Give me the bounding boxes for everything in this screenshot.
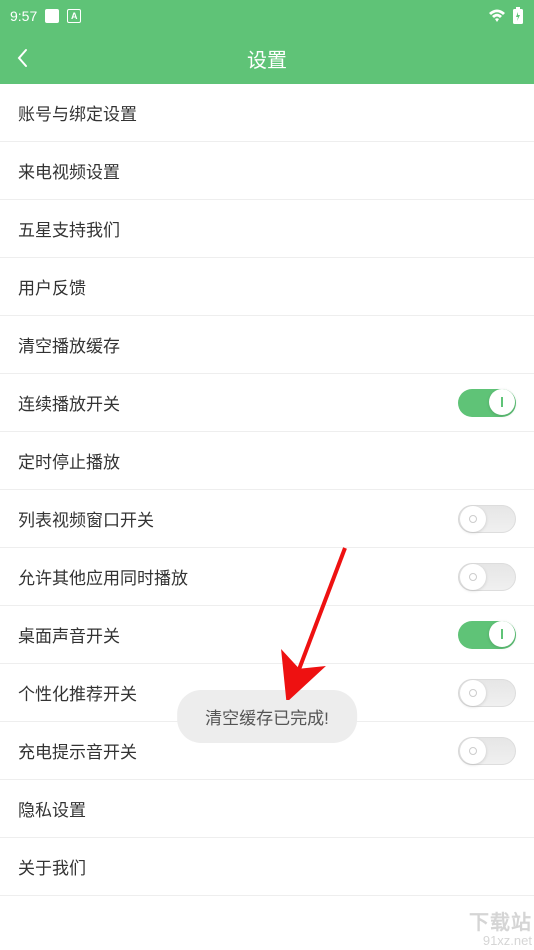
- row-allow-other-apps: 允许其他应用同时播放: [0, 548, 534, 606]
- row-label: 桌面声音开关: [18, 622, 458, 647]
- row-label: 用户反馈: [18, 274, 516, 299]
- page-title: 设置: [0, 44, 534, 73]
- watermark-top: 下载站: [469, 906, 532, 935]
- status-square-icon: [45, 9, 59, 23]
- status-left: 9:57 A: [10, 8, 81, 24]
- row-label: 隐私设置: [18, 796, 516, 821]
- status-bar: 9:57 A: [0, 0, 534, 32]
- toggle-list-video-window[interactable]: [458, 505, 516, 533]
- row-privacy[interactable]: 隐私设置: [0, 780, 534, 838]
- wifi-icon: [488, 9, 506, 23]
- toggle-knob: [460, 738, 486, 764]
- row-label: 清空播放缓存: [18, 332, 516, 357]
- row-account-binding[interactable]: 账号与绑定设置: [0, 84, 534, 142]
- row-label: 五星支持我们: [18, 216, 516, 241]
- row-continuous-play: 连续播放开关: [0, 374, 534, 432]
- toggle-knob: [489, 389, 515, 415]
- row-timer-stop[interactable]: 定时停止播放: [0, 432, 534, 490]
- row-label: 允许其他应用同时播放: [18, 564, 458, 589]
- app-header: 设置: [0, 32, 534, 84]
- row-label: 账号与绑定设置: [18, 100, 516, 125]
- toggle-personalized-rec[interactable]: [458, 679, 516, 707]
- row-list-video-window: 列表视频窗口开关: [0, 490, 534, 548]
- row-clear-cache[interactable]: 清空播放缓存: [0, 316, 534, 374]
- status-time: 9:57: [10, 8, 37, 24]
- status-a-icon: A: [67, 9, 81, 23]
- row-incoming-video[interactable]: 来电视频设置: [0, 142, 534, 200]
- toggle-continuous-play[interactable]: [458, 389, 516, 417]
- toggle-charging-sound[interactable]: [458, 737, 516, 765]
- row-label: 关于我们: [18, 854, 516, 879]
- watermark-bottom: 91xz.net: [469, 933, 532, 948]
- toggle-knob: [460, 506, 486, 532]
- row-label: 列表视频窗口开关: [18, 506, 458, 531]
- toggle-knob: [460, 680, 486, 706]
- chevron-left-icon: [16, 48, 28, 68]
- toggle-knob: [489, 621, 515, 647]
- settings-list: 账号与绑定设置 来电视频设置 五星支持我们 用户反馈 清空播放缓存 连续播放开关…: [0, 84, 534, 896]
- back-button[interactable]: [16, 48, 46, 68]
- row-label: 定时停止播放: [18, 448, 516, 473]
- row-feedback[interactable]: 用户反馈: [0, 258, 534, 316]
- toggle-desktop-sound[interactable]: [458, 621, 516, 649]
- battery-icon: [512, 7, 524, 25]
- row-label: 连续播放开关: [18, 390, 458, 415]
- row-about[interactable]: 关于我们: [0, 838, 534, 896]
- row-label: 来电视频设置: [18, 158, 516, 183]
- watermark: 下载站 91xz.net: [469, 906, 532, 948]
- toast-message: 清空缓存已完成!: [177, 690, 357, 743]
- row-rate-us[interactable]: 五星支持我们: [0, 200, 534, 258]
- status-right: [488, 7, 524, 25]
- toggle-allow-other-apps[interactable]: [458, 563, 516, 591]
- row-desktop-sound: 桌面声音开关: [0, 606, 534, 664]
- toggle-knob: [460, 564, 486, 590]
